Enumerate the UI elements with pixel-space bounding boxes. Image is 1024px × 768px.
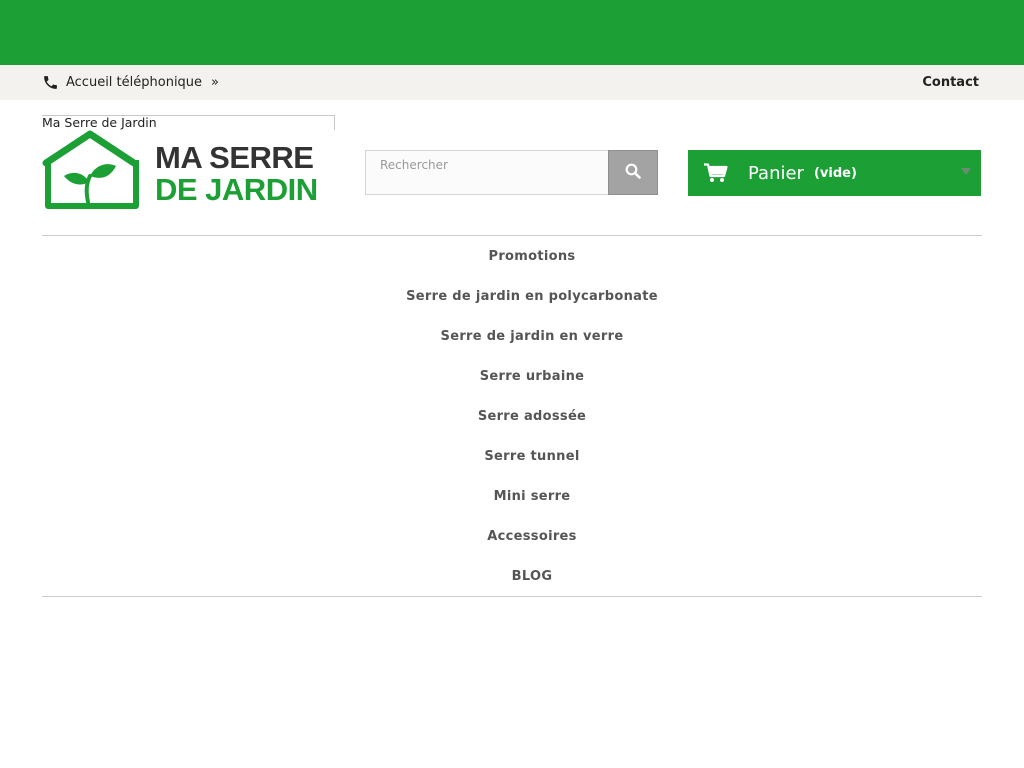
menu-item-mini[interactable]: Mini serre <box>82 476 982 516</box>
logo-alt-text: Ma Serre de Jardin <box>42 115 157 130</box>
search-input[interactable] <box>365 150 609 195</box>
search-icon <box>625 163 641 182</box>
menu-item-promotions[interactable]: Promotions <box>82 236 982 276</box>
logo-line-1: MA SERRE <box>155 140 314 175</box>
search-button[interactable] <box>608 150 658 195</box>
phone-icon <box>42 74 59 91</box>
top-nav-bar: Accueil téléphonique » Contact <box>0 65 1024 100</box>
menu-item-glass[interactable]: Serre de jardin en verre <box>82 316 982 356</box>
menu-item-polycarbonate[interactable]: Serre de jardin en polycarbonate <box>82 276 982 316</box>
menu-item-accessories[interactable]: Accessoires <box>82 516 982 556</box>
menu-item-lean-to[interactable]: Serre adossée <box>82 396 982 436</box>
caret-down-icon[interactable] <box>961 168 971 175</box>
cart-button[interactable]: Panier (vide) <box>688 150 981 196</box>
double-chevron-right-icon: » <box>211 75 219 90</box>
shopping-cart-icon <box>704 163 728 183</box>
menu-item-blog[interactable]: BLOG <box>82 556 982 596</box>
top-banner <box>0 0 1024 65</box>
phone-support-link[interactable]: Accueil téléphonique » <box>42 65 219 100</box>
site-logo[interactable]: MA SERRE DE JARDIN <box>42 130 332 212</box>
contact-link[interactable]: Contact <box>922 65 979 100</box>
phone-support-label: Accueil téléphonique <box>66 75 203 90</box>
menu-item-urban[interactable]: Serre urbaine <box>82 356 982 396</box>
greenhouse-leaf-icon <box>42 130 139 209</box>
logo-line-2: DE JARDIN <box>155 172 318 207</box>
cart-status: (vide) <box>813 165 857 181</box>
logo-wordmark: MA SERRE DE JARDIN <box>155 142 318 206</box>
menu-item-tunnel[interactable]: Serre tunnel <box>82 436 982 476</box>
cart-title: Panier <box>748 162 804 184</box>
main-menu: Promotions Serre de jardin en polycarbon… <box>42 235 982 597</box>
